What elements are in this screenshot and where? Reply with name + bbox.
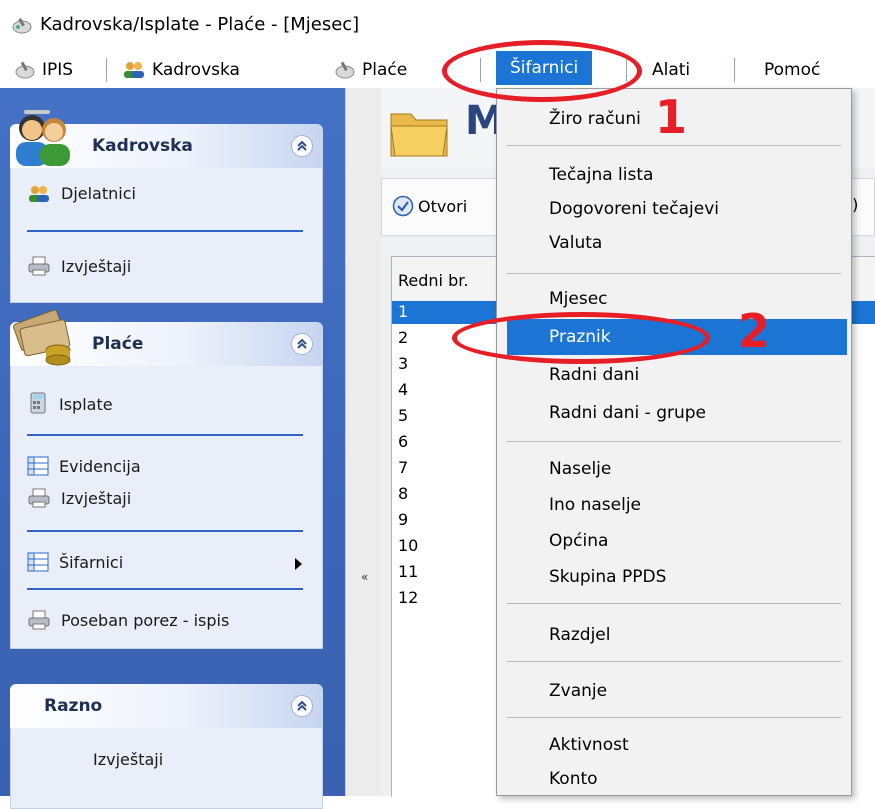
sidebar-link-isplate[interactable]: Isplate <box>27 392 113 414</box>
collapse-place-button[interactable] <box>291 333 313 355</box>
panel-header-place[interactable]: Plaće <box>10 309 323 366</box>
sifarnici-dropdown-menu: Žiro računi Tečajna lista Dogovoreni teč… <box>496 88 852 796</box>
menu-item-opcina[interactable]: Općina <box>549 531 608 551</box>
sidebar-link-izvjestaji-razno[interactable]: Izvještaji <box>93 750 163 769</box>
panel-header-razno[interactable]: Razno <box>10 684 323 728</box>
sidebar-divider <box>27 230 303 232</box>
column-header-redni-br: Redni br. <box>398 271 469 290</box>
users-icon <box>124 62 144 78</box>
menu-separator <box>734 58 735 82</box>
app-icon <box>12 16 32 39</box>
open-button[interactable]: Otvori <box>392 195 467 217</box>
menu-separator <box>507 145 841 146</box>
folder-icon <box>389 104 451 165</box>
row-number: 1 <box>398 302 409 321</box>
menu-alati[interactable]: Alati <box>652 57 690 83</box>
sidebar-divider <box>27 530 303 532</box>
sidebar-link-izvjestaji-place[interactable]: Izvještaji <box>27 488 131 508</box>
collapse-left-icon[interactable]: « <box>361 570 368 584</box>
annotation-number-2: 2 <box>738 304 771 358</box>
annotation-ring-1 <box>442 40 642 102</box>
row-number: 7 <box>398 458 409 477</box>
menu-item-dogovoreni-tecajevi[interactable]: Dogovoreni tečajevi <box>549 199 719 219</box>
panel-header-kadrovska[interactable]: Kadrovska <box>10 110 323 168</box>
money-icon <box>10 304 80 371</box>
row-number: 10 <box>398 536 419 555</box>
annotation-ring-2 <box>452 312 710 364</box>
menu-place[interactable]: Plaće <box>334 57 407 83</box>
row-number: 11 <box>398 562 419 581</box>
panel-title-kadrovska: Kadrovska <box>92 136 193 156</box>
menu-separator <box>507 661 841 662</box>
menu-item-skupina-ppds[interactable]: Skupina PPDS <box>549 567 666 587</box>
tools-icon <box>335 61 355 79</box>
panel-body-kadrovska: Djelatnici Izvještaji <box>10 168 323 303</box>
panel-body-razno: Izvještaji <box>10 728 323 809</box>
printer-icon <box>28 256 50 276</box>
panel-place: Plaće Isplate Evidencija Izvještaji Šifa… <box>10 309 323 649</box>
row-number: 3 <box>398 354 409 373</box>
menu-item-aktivnost[interactable]: Aktivnost <box>549 735 629 755</box>
sidebar-link-sifarnici[interactable]: Šifarnici <box>27 552 123 572</box>
annotation-number-1: 1 <box>655 90 688 144</box>
menu-separator <box>106 58 107 82</box>
menu-pomoc[interactable]: Pomoć <box>764 57 820 83</box>
staff-icon <box>10 106 80 173</box>
sidebar-divider <box>27 588 303 590</box>
row-number: 4 <box>398 380 409 399</box>
panel-kadrovska: Kadrovska Djelatnici Izvještaji <box>10 110 323 303</box>
menu-item-ino-naselje[interactable]: Ino naselje <box>549 495 641 515</box>
menu-separator <box>507 273 841 274</box>
menu-item-radni-dani-grupe[interactable]: Radni dani - grupe <box>549 403 706 423</box>
menu-item-tecajna-lista[interactable]: Tečajna lista <box>549 165 653 185</box>
panel-title-razno: Razno <box>44 696 103 716</box>
window-title: Kadrovska/Isplate - Plaće - [Mjesec] <box>40 14 360 35</box>
menu-ipis[interactable]: IPIS <box>14 57 73 83</box>
menu-item-razdjel[interactable]: Razdjel <box>549 625 610 645</box>
menu-bar: IPIS Kadrovska Plaće Šifarnici Alati Pom… <box>0 46 875 88</box>
check-circle-icon <box>392 195 414 217</box>
menu-item-radni-dani[interactable]: Radni dani <box>549 365 639 385</box>
panel-title-place: Plaće <box>92 334 144 354</box>
row-number: 6 <box>398 432 409 451</box>
menu-separator <box>507 441 841 442</box>
menu-separator <box>507 603 841 604</box>
menu-kadrovska[interactable]: Kadrovska <box>122 57 240 83</box>
collapse-kadrovska-button[interactable] <box>291 135 313 157</box>
panel-razno: Razno Izvještaji <box>10 684 323 809</box>
chevron-up-icon <box>297 700 307 711</box>
menu-separator <box>507 717 841 718</box>
grid-list-icon <box>27 456 49 476</box>
submenu-arrow-icon <box>295 558 302 570</box>
menu-item-mjesec[interactable]: Mjesec <box>549 289 608 309</box>
users-icon <box>29 186 49 202</box>
menu-item-naselje[interactable]: Naselje <box>549 459 611 479</box>
panel-body-place: Isplate Evidencija Izvještaji Šifarnici … <box>10 366 323 649</box>
navigation-sidebar: Kadrovska Djelatnici Izvještaji Plaće Is… <box>0 88 345 809</box>
menu-item-valuta[interactable]: Valuta <box>549 233 602 253</box>
grid-list-icon <box>27 552 49 572</box>
chevron-up-icon <box>297 140 307 151</box>
sidebar-link-djelatnici[interactable]: Djelatnici <box>27 184 136 203</box>
tools-icon <box>15 61 35 79</box>
printer-icon <box>28 488 50 508</box>
sidebar-link-poseban-porez[interactable]: Poseban porez - ispis <box>27 610 229 630</box>
sidebar-divider <box>27 434 303 436</box>
row-number: 2 <box>398 328 409 347</box>
menu-item-ziro-racuni[interactable]: Žiro računi <box>549 109 641 129</box>
row-number: 12 <box>398 588 419 607</box>
chevron-up-icon <box>297 338 307 349</box>
printer-icon <box>28 610 50 630</box>
sidebar-link-evidencija[interactable]: Evidencija <box>27 456 141 476</box>
title-bar: Kadrovska/Isplate - Plaće - [Mjesec] <box>0 0 875 46</box>
row-number: 9 <box>398 510 409 529</box>
menu-item-konto[interactable]: Konto <box>549 769 598 789</box>
calculator-icon <box>30 392 46 414</box>
collapse-razno-button[interactable] <box>291 695 313 717</box>
sidebar-link-izvjestaji[interactable]: Izvještaji <box>27 256 131 276</box>
menu-item-zvanje[interactable]: Zvanje <box>549 681 607 701</box>
sidebar-splitter[interactable]: « <box>345 88 382 796</box>
row-number: 8 <box>398 484 409 503</box>
row-number: 5 <box>398 406 409 425</box>
